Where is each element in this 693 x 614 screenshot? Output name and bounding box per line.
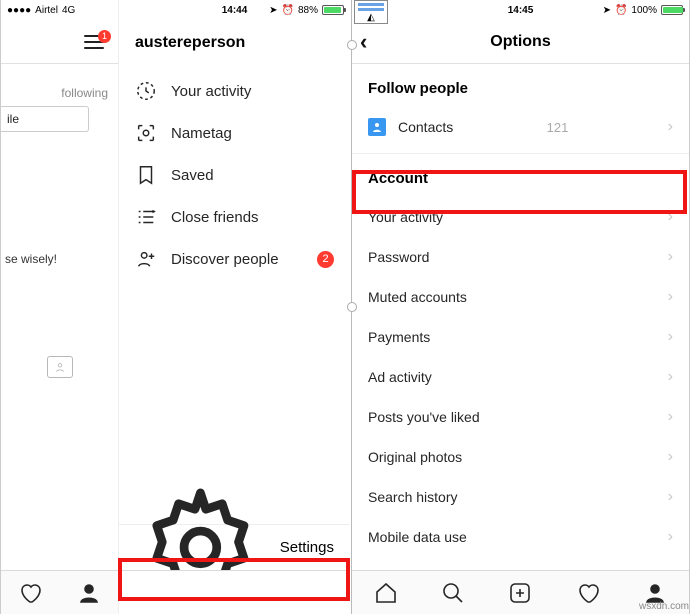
tab-add[interactable] [507,580,533,606]
chevron-right-icon: › [668,328,673,346]
tab-home[interactable] [373,580,399,606]
drawer-label: Close friends [171,209,259,226]
option-label: Contacts [398,119,453,135]
status-bar: 4G 14:45 ➤ ⏰ 100% [352,0,689,20]
contacts-count: 121 [547,120,575,135]
profile-screen-partial: ●●●● Airtel 4G 1 following ile se wisely… [0,0,118,614]
option-password[interactable]: Password › [352,237,689,277]
option-label: Muted accounts [368,289,467,305]
option-label: Mobile data use [368,529,467,545]
option-search-history[interactable]: Search history › [352,477,689,517]
option-label: Posts you've liked [368,409,480,425]
tab-profile[interactable] [76,580,102,606]
battery-pct: 88% [298,5,318,16]
option-muted-accounts[interactable]: Muted accounts › [352,277,689,317]
option-label: Ad activity [368,369,432,385]
option-payments[interactable]: Payments › [352,317,689,357]
tab-search[interactable] [440,580,466,606]
option-posts-liked[interactable]: Posts you've liked › [352,397,689,437]
discover-badge: 2 [317,251,334,268]
chevron-right-icon: › [668,248,673,266]
chevron-right-icon: › [668,208,673,226]
option-your-activity[interactable]: Your activity › [352,197,689,237]
time-label: 14:45 [508,5,534,16]
battery-icon [661,5,683,15]
option-mobile-data[interactable]: Mobile data use › [352,517,689,557]
tab-bar [1,570,118,614]
notification-badge: 1 [98,30,111,43]
time-label: 14:44 [222,5,248,16]
tagged-icon[interactable] [47,356,73,378]
following-label[interactable]: following [1,78,118,100]
nav-bar: ‹ Options [352,20,689,64]
drawer-item-activity[interactable]: Your activity [119,70,350,112]
option-label: Password [368,249,429,265]
network-label: 4G [62,5,75,16]
back-button[interactable]: ‹ [360,29,367,55]
status-bar: 14:44 ➤ ⏰ 88% [119,0,350,20]
section-follow-people: Follow people [352,64,689,107]
drawer-label: Saved [171,167,214,184]
chevron-right-icon: › [668,408,673,426]
selection-overlay-icon: ◭ [354,0,388,24]
nav-title: Options [490,33,550,51]
option-original-photos[interactable]: Original photos › [352,437,689,477]
nametag-icon [135,122,157,144]
bio-text: se wisely! [1,252,118,266]
profile-header: 1 [1,20,118,64]
option-label: Your activity [368,209,443,225]
option-contacts[interactable]: Contacts 121 › [352,107,689,147]
nav-arrow-icon: ➤ [269,5,277,16]
drawer-username: austereperson [119,20,350,70]
signal-icon: ●●●● [7,5,31,16]
discover-icon [135,248,157,270]
drawer-label: Nametag [171,125,232,142]
section-account: Account [352,153,689,197]
chevron-right-icon: › [668,528,673,546]
alarm-icon: ⏰ [282,5,294,16]
chevron-right-icon: › [668,288,673,306]
chevron-right-icon: › [668,118,673,136]
alarm-icon: ⏰ [615,5,627,16]
menu-button[interactable]: 1 [84,35,104,49]
contacts-icon [368,118,386,136]
drawer-item-nametag[interactable]: Nametag [119,112,350,154]
option-label: Payments [368,329,430,345]
chevron-right-icon: › [668,368,673,386]
nav-arrow-icon: ➤ [603,5,611,16]
activity-icon [135,80,157,102]
battery-pct: 100% [631,5,657,16]
drawer-item-settings[interactable]: Settings [119,524,350,570]
drawer-item-saved[interactable]: Saved [119,154,350,196]
drawer-item-discover[interactable]: Discover people 2 [119,238,350,280]
tab-heart[interactable] [17,580,43,606]
battery-icon [322,5,344,15]
drawer-label: Your activity [171,83,251,100]
carrier-label: Airtel [35,5,58,16]
chevron-right-icon: › [668,448,673,466]
tab-heart[interactable] [575,580,601,606]
option-ad-activity[interactable]: Ad activity › [352,357,689,397]
drawer-item-close-friends[interactable]: Close friends [119,196,350,238]
watermark: wsxdn.com [639,601,689,612]
drawer-footer-blank [119,570,350,614]
profile-name-field[interactable]: ile [1,106,89,132]
close-friends-icon [135,206,157,228]
side-drawer: 14:44 ➤ ⏰ 88% austereperson Your activit… [118,0,350,614]
status-bar: ●●●● Airtel 4G [1,0,118,20]
chevron-right-icon: › [668,488,673,506]
settings-label: Settings [280,539,334,556]
drawer-label: Discover people [171,251,279,268]
saved-icon [135,164,157,186]
option-label: Original photos [368,449,462,465]
options-screen: 4G 14:45 ➤ ⏰ 100% ‹ Options Follow peopl… [351,0,690,614]
option-label: Search history [368,489,457,505]
